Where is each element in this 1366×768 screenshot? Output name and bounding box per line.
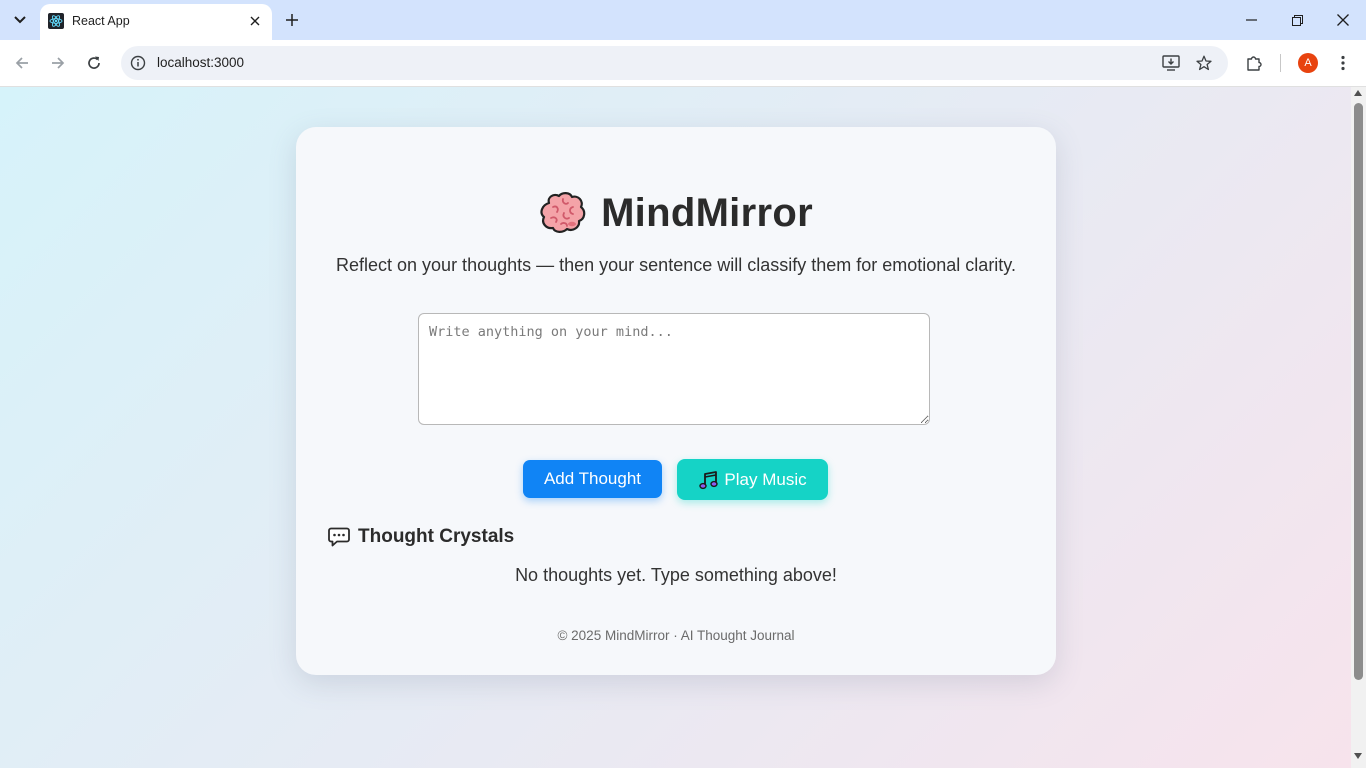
section-title: Thought Crystals: [358, 526, 515, 547]
close-icon[interactable]: [246, 12, 264, 30]
star-icon[interactable]: [1193, 52, 1215, 74]
minimize-icon[interactable]: [1228, 0, 1274, 40]
menu-icon[interactable]: [1331, 51, 1355, 75]
plus-icon[interactable]: [280, 8, 304, 32]
tab-title: React App: [72, 14, 130, 28]
profile-avatar[interactable]: A: [1298, 53, 1318, 73]
app-subtitle: Reflect on your thoughts — then your sen…: [336, 255, 1016, 275]
tab-search-icon[interactable]: [6, 8, 34, 32]
react-favicon-icon: [48, 13, 64, 29]
extensions-icon[interactable]: [1242, 51, 1266, 75]
chat-bubble-icon: [328, 527, 350, 547]
toolbar-separator: [1280, 54, 1281, 72]
scrollbar-thumb[interactable]: [1354, 103, 1363, 680]
music-note-icon: [699, 470, 719, 489]
app-title: MindMirror: [601, 190, 813, 235]
tab-strip: React App: [0, 0, 1366, 40]
add-thought-button[interactable]: Add Thought: [523, 460, 662, 498]
install-icon[interactable]: [1160, 52, 1182, 74]
section-header: Thought Crystals: [328, 523, 514, 551]
page-viewport: MindMirror Reflect on your thoughts — th…: [0, 87, 1351, 768]
reload-icon[interactable]: [82, 51, 106, 75]
scroll-up-arrow-icon[interactable]: [1354, 90, 1362, 96]
url-text: localhost:3000: [157, 55, 245, 70]
journal-card: MindMirror Reflect on your thoughts — th…: [296, 127, 1056, 675]
info-icon[interactable]: [129, 54, 147, 72]
empty-state-message: No thoughts yet. Type something above!: [515, 565, 837, 585]
address-bar[interactable]: localhost:3000: [121, 46, 1228, 80]
footer-text: © 2025 MindMirror · AI Thought Journal: [557, 628, 795, 643]
play-music-button[interactable]: Play Music: [677, 459, 828, 500]
scroll-down-arrow-icon[interactable]: [1354, 753, 1362, 759]
play-music-label: Play Music: [724, 469, 807, 489]
restore-icon[interactable]: [1274, 0, 1320, 40]
forward-icon[interactable]: [46, 51, 70, 75]
brain-icon: [540, 192, 586, 233]
thought-input[interactable]: [418, 313, 930, 425]
close-window-icon[interactable]: [1320, 0, 1366, 40]
browser-toolbar: localhost:3000: [0, 40, 1366, 87]
back-icon[interactable]: [10, 51, 34, 75]
title-row: MindMirror: [296, 189, 1056, 237]
active-tab[interactable]: React App: [40, 4, 272, 40]
